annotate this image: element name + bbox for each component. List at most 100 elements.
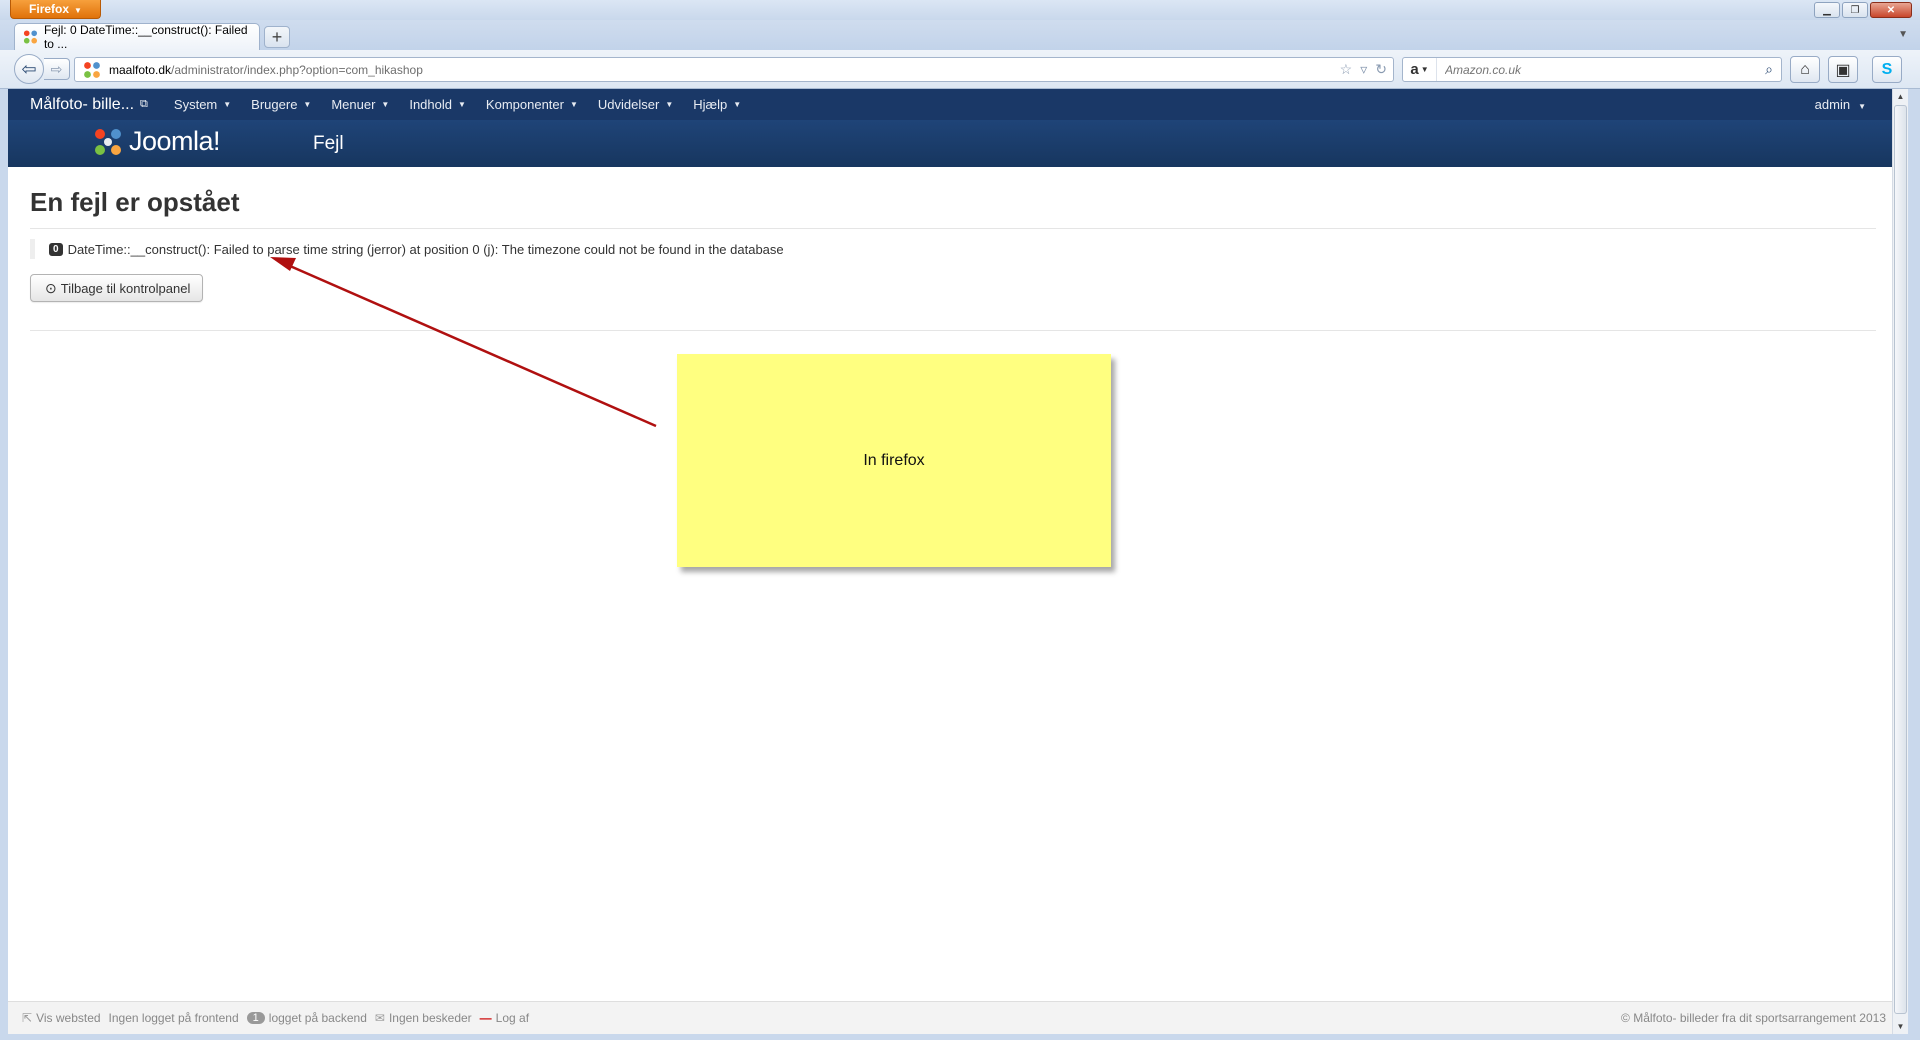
view-site-label: Vis websted xyxy=(36,1011,101,1025)
backend-users: 1 logget på backend xyxy=(246,1011,367,1025)
close-window-button[interactable]: ✕ xyxy=(1870,2,1912,18)
content-divider xyxy=(30,330,1876,331)
envelope-icon: ✉ xyxy=(374,1011,385,1025)
error-message-block: 0 DateTime::__construct(): Failed to par… xyxy=(30,239,1876,259)
skype-icon: S xyxy=(1881,60,1893,78)
page-title: Fejl xyxy=(313,133,344,154)
logout-link[interactable]: — Log af xyxy=(480,1011,529,1025)
backend-count-badge: 1 xyxy=(246,1012,265,1024)
sticky-note-text: In firefox xyxy=(863,451,925,469)
new-tab-button[interactable]: + xyxy=(264,26,290,48)
admin-username: admin xyxy=(1814,97,1851,112)
menu-hjaelp[interactable]: Hjælp ▼ xyxy=(693,97,741,112)
menu-system[interactable]: System ▼ xyxy=(174,97,231,112)
window-frame-left xyxy=(0,89,8,1040)
back-arrow-icon: ⇦ xyxy=(21,58,37,79)
minimize-button[interactable]: ▁ xyxy=(1814,2,1840,18)
site-name-link[interactable]: Målfoto- bille... ⧉ xyxy=(30,96,148,114)
menu-label: Indhold xyxy=(409,97,452,112)
caret-down-icon: ▼ xyxy=(381,100,390,109)
caret-down-icon: ▼ xyxy=(223,100,232,109)
menu-label: Menuer xyxy=(331,97,376,112)
caret-down-icon: ▼ xyxy=(458,100,466,109)
caret-down-icon: ▼ xyxy=(303,100,312,109)
error-heading: En fejl er opstået xyxy=(30,187,1876,229)
firefox-menu-label: Firefox xyxy=(29,2,70,16)
browser-tab-active[interactable]: Fejl: 0 DateTime::__construct(): Failed … xyxy=(14,23,260,51)
messages-label: Ingen beskeder xyxy=(388,1011,472,1025)
window-frame-bottom xyxy=(0,1034,1920,1040)
menu-label: Hjælp xyxy=(693,97,728,112)
home-button[interactable]: ⌂ xyxy=(1790,56,1820,83)
dashboard-icon: ⊙ xyxy=(45,279,57,296)
window-titlebar: Firefox ▼ ▁ ❐ ✕ xyxy=(0,0,1920,20)
forward-button[interactable]: ⇨ xyxy=(44,58,70,80)
scroll-up-icon[interactable]: ▲ xyxy=(1893,89,1908,104)
web-page: Målfoto- bille... ⧉ System ▼ Brugere ▼ Menu… xyxy=(8,89,1896,1034)
menu-udvidelser[interactable]: Udvidelser ▼ xyxy=(598,97,673,112)
main-content: En fejl er opstået 0 DateTime::__constru… xyxy=(30,167,1876,331)
error-message: DateTime::__construct(): Failed to parse… xyxy=(67,241,784,257)
view-site-link[interactable]: ⇱ Vis websted xyxy=(22,1011,101,1025)
joomla-site-icon xyxy=(84,61,100,78)
screenshot-addon-button[interactable]: ▣ xyxy=(1828,56,1858,83)
maximize-button[interactable]: ❐ xyxy=(1842,2,1868,18)
frontend-users: Ingen logget på frontend xyxy=(109,1011,239,1025)
history-dropdown-icon[interactable]: ▿ xyxy=(1360,61,1367,78)
tab-title: Fejl: 0 DateTime::__construct(): Failed … xyxy=(43,23,248,51)
bookmark-star-icon[interactable]: ☆ xyxy=(1340,61,1353,78)
caret-down-icon: ▼ xyxy=(1858,102,1866,111)
url-path: /administrator/index.php?option=com_hika… xyxy=(171,62,423,77)
menu-menuer[interactable]: Menuer ▼ xyxy=(331,97,389,112)
joomla-favicon-icon xyxy=(23,30,38,44)
logout-label: Log af xyxy=(495,1011,530,1025)
window-frame-right xyxy=(1908,89,1920,1040)
skype-addon-button[interactable]: S xyxy=(1872,56,1902,83)
scroll-thumb[interactable] xyxy=(1894,105,1907,1014)
list-all-tabs-icon[interactable]: ▼ xyxy=(1898,29,1908,40)
screen-capture-icon: ▣ xyxy=(1835,61,1851,79)
error-code-badge: 0 xyxy=(49,242,63,256)
search-bar: a▼ ⌕ xyxy=(1402,57,1782,82)
joomla-logo-icon xyxy=(95,128,121,155)
joomla-top-menu: Målfoto- bille... ⧉ System ▼ Brugere ▼ Menu… xyxy=(8,89,1896,120)
joomla-logo: Joomla! xyxy=(93,126,221,157)
joomla-logo-text: Joomla! xyxy=(129,126,221,156)
menu-label: Brugere xyxy=(251,97,298,112)
messages-link[interactable]: ✉ Ingen beskeder xyxy=(375,1011,472,1025)
back-to-control-panel-button[interactable]: ⊙ Tilbage til kontrolpanel xyxy=(30,274,204,302)
firefox-menu-button[interactable]: Firefox ▼ xyxy=(10,0,101,19)
admin-user-menu[interactable]: admin ▼ xyxy=(1815,97,1866,112)
scroll-down-icon[interactable]: ▼ xyxy=(1893,1019,1908,1034)
navigation-toolbar: ⇦ ⇨ maalfoto.dk/administrator/index.php?… xyxy=(0,50,1920,89)
forward-arrow-icon: ⇨ xyxy=(50,61,63,77)
logout-icon: — xyxy=(479,1011,492,1025)
back-button[interactable]: ⇦ xyxy=(14,54,44,84)
window-controls: ▁ ❐ ✕ xyxy=(1814,2,1912,18)
sticky-note: In firefox xyxy=(677,354,1111,567)
page-scrollbar[interactable]: ▲ ▼ xyxy=(1892,89,1908,1034)
search-magnifier-icon[interactable]: ⌕ xyxy=(1757,61,1781,78)
external-link-icon: ⧉ xyxy=(140,98,148,110)
menu-label: Udvidelser xyxy=(597,97,660,112)
address-bar[interactable]: maalfoto.dk/administrator/index.php?opti… xyxy=(74,57,1394,82)
url-domain: maalfoto.dk xyxy=(109,62,172,77)
external-link-icon: ⇱ xyxy=(22,1011,33,1025)
reload-icon[interactable]: ↻ xyxy=(1375,61,1387,78)
plus-icon: + xyxy=(271,27,283,47)
menu-brugere[interactable]: Brugere ▼ xyxy=(251,97,311,112)
site-name: Målfoto- bille... xyxy=(30,95,135,113)
home-icon: ⌂ xyxy=(1800,60,1810,78)
copyright: © Målfoto- billeder fra dit sportsarrang… xyxy=(1621,1011,1886,1025)
caret-down-icon: ▼ xyxy=(569,100,578,109)
menu-indhold[interactable]: Indhold ▼ xyxy=(409,97,466,112)
menu-komponenter[interactable]: Komponenter ▼ xyxy=(486,97,578,112)
chevron-down-icon: ▼ xyxy=(74,6,82,15)
urlbar-icons: ☆ ▿ ↻ xyxy=(1340,61,1387,78)
amazon-search-engine-icon[interactable]: a ▼ xyxy=(1403,58,1437,81)
joomla-status-bar: ⇱ Vis websted Ingen logget på frontend 1l… xyxy=(8,1001,1896,1034)
backend-users-label: logget på backend xyxy=(268,1011,367,1025)
search-input[interactable] xyxy=(1437,62,1757,77)
joomla-header: Joomla! Fejl xyxy=(8,120,1896,167)
caret-down-icon: ▼ xyxy=(665,100,674,109)
